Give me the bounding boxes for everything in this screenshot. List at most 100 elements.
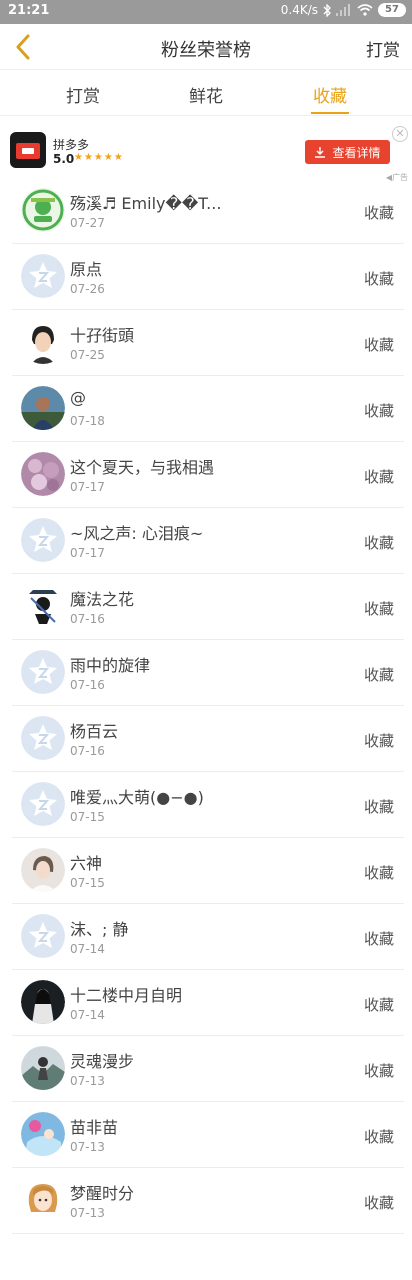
favorite-date: 07-17 <box>70 480 105 494</box>
favorite-date: 07-16 <box>70 744 105 758</box>
list-item[interactable]: 杨百云 07-16 收藏 <box>12 706 404 772</box>
favorite-date: 07-13 <box>70 1074 105 1088</box>
favorite-action-label: 收藏 <box>363 666 394 684</box>
user-name: 杨百云 <box>70 722 119 741</box>
avatar[interactable] <box>21 452 65 496</box>
ad-details-button[interactable]: 查看详情 <box>305 140 390 164</box>
avatar[interactable] <box>21 1112 65 1156</box>
user-name: 苗非苗 <box>70 1118 119 1137</box>
favorite-date: 07-16 <box>70 612 105 626</box>
tab-flowers[interactable]: 鲜花 <box>166 82 246 107</box>
favorite-date: 07-15 <box>70 810 105 824</box>
user-name: 雨中的旋律 <box>70 656 151 675</box>
download-icon <box>315 147 326 158</box>
tab-favorites[interactable]: 收藏 <box>290 82 370 107</box>
favorite-date: 07-13 <box>70 1140 105 1154</box>
favorite-action-label: 收藏 <box>363 930 394 948</box>
list-item[interactable]: ~风之声: 心泪痕~ 07-17 收藏 <box>12 508 404 574</box>
favorite-date: 07-14 <box>70 942 105 956</box>
header: 粉丝荣誉榜 打赏 <box>0 24 412 70</box>
ad-close-button[interactable]: ✕ <box>392 126 408 142</box>
tab-bar: 打赏 鲜花 收藏 <box>0 70 412 116</box>
status-icons: 0.4K/s 57 <box>281 3 406 17</box>
list-item[interactable]: 灵魂漫步 07-13 收藏 <box>12 1036 404 1102</box>
status-time: 21:21 <box>8 3 50 18</box>
favorites-list: 殇溪♬ Emily��T... 07-27 收藏 原点 07-26 收藏 十孖街頭 07-25… <box>0 178 412 1234</box>
bluetooth-icon <box>323 3 331 17</box>
battery-indicator: 57 <box>378 3 406 17</box>
favorite-date: 07-25 <box>70 348 105 362</box>
list-item[interactable]: 苗非苗 07-13 收藏 <box>12 1102 404 1168</box>
list-item[interactable]: 十二楼中月自明 07-14 收藏 <box>12 970 404 1036</box>
user-name: 梦醒时分 <box>70 1184 135 1203</box>
user-name: 这个夏天，与我相遇 <box>70 458 215 477</box>
favorite-date: 07-13 <box>70 1206 105 1220</box>
ad-button-label: 查看详情 <box>332 145 381 160</box>
user-name: @ <box>70 388 86 407</box>
user-name: 殇溪♬ Emily��T... <box>70 194 222 213</box>
user-name: 沫、; 静 <box>70 920 129 939</box>
avatar[interactable] <box>21 188 65 232</box>
list-item[interactable]: 十孖街頭 07-25 收藏 <box>12 310 404 376</box>
user-name: ~风之声: 心泪痕~ <box>70 524 204 543</box>
favorite-action-label: 收藏 <box>363 732 394 750</box>
avatar[interactable] <box>21 980 65 1024</box>
list-item[interactable]: 这个夏天，与我相遇 07-17 收藏 <box>12 442 404 508</box>
favorite-action-label: 收藏 <box>363 1062 394 1080</box>
avatar[interactable] <box>21 782 65 826</box>
avatar[interactable] <box>21 254 65 298</box>
list-item[interactable]: 沫、; 静 07-14 收藏 <box>12 904 404 970</box>
favorite-date: 07-26 <box>70 282 105 296</box>
active-tab-indicator <box>311 112 349 114</box>
list-item[interactable]: 六神 07-15 收藏 <box>12 838 404 904</box>
favorite-date: 07-17 <box>70 546 105 560</box>
avatar[interactable] <box>21 320 65 364</box>
favorite-action-label: 收藏 <box>363 468 394 486</box>
ad-rating: 5.0 <box>53 152 75 166</box>
favorite-date: 07-18 <box>70 414 105 428</box>
star-rating-icon: ★★★★★ <box>74 152 124 163</box>
user-name: 十二楼中月自明 <box>70 986 183 1005</box>
avatar[interactable] <box>21 650 65 694</box>
status-bar: 21:21 0.4K/s 57 <box>0 0 412 24</box>
list-item[interactable]: 梦醒时分 07-13 收藏 <box>12 1168 404 1234</box>
list-item[interactable]: 雨中的旋律 07-16 收藏 <box>12 640 404 706</box>
avatar[interactable] <box>21 716 65 760</box>
list-item[interactable]: 魔法之花 07-16 收藏 <box>12 574 404 640</box>
favorite-action-label: 收藏 <box>363 1128 394 1146</box>
ad-app-name: 拼多多 <box>53 138 90 152</box>
favorite-date: 07-16 <box>70 678 105 692</box>
user-name: 魔法之花 <box>70 590 135 609</box>
avatar[interactable] <box>21 584 65 628</box>
favorite-action-label: 收藏 <box>363 204 394 222</box>
favorite-action-label: 收藏 <box>363 864 394 882</box>
avatar[interactable] <box>21 1178 65 1222</box>
reward-button[interactable]: 打赏 <box>366 36 400 61</box>
list-item[interactable]: 唯爱灬大萌(●−●) 07-15 收藏 <box>12 772 404 838</box>
user-name: 原点 <box>70 260 103 279</box>
user-name: 唯爱灬大萌(●−●) <box>70 788 204 807</box>
network-speed: 0.4K/s <box>280 3 318 17</box>
ad-banner[interactable]: 拼多多 5.0 ★★★★★ 查看详情 ✕ ◀广告 <box>0 124 412 182</box>
avatar[interactable] <box>21 386 65 430</box>
tab-reward[interactable]: 打赏 <box>43 82 123 107</box>
user-name: 六神 <box>70 854 103 873</box>
favorite-action-label: 收藏 <box>363 600 394 618</box>
favorite-date: 07-15 <box>70 876 105 890</box>
list-item[interactable]: @07-18 收藏 <box>12 376 404 442</box>
avatar[interactable] <box>21 914 65 958</box>
user-name: 灵魂漫步 <box>70 1052 135 1071</box>
favorite-action-label: 收藏 <box>363 270 394 288</box>
avatar[interactable] <box>21 848 65 892</box>
page-title: 粉丝荣誉榜 <box>161 40 251 61</box>
list-item[interactable]: 原点 07-26 收藏 <box>12 244 404 310</box>
favorite-action-label: 收藏 <box>363 1194 394 1212</box>
favorite-action-label: 收藏 <box>363 534 394 552</box>
wifi-icon <box>357 4 373 16</box>
list-item[interactable]: 殇溪♬ Emily��T... 07-27 收藏 <box>12 178 404 244</box>
favorite-date: 07-14 <box>70 1008 105 1022</box>
avatar[interactable] <box>21 1046 65 1090</box>
favorite-action-label: 收藏 <box>363 996 394 1014</box>
avatar[interactable] <box>21 518 65 562</box>
favorite-action-label: 收藏 <box>363 336 394 354</box>
